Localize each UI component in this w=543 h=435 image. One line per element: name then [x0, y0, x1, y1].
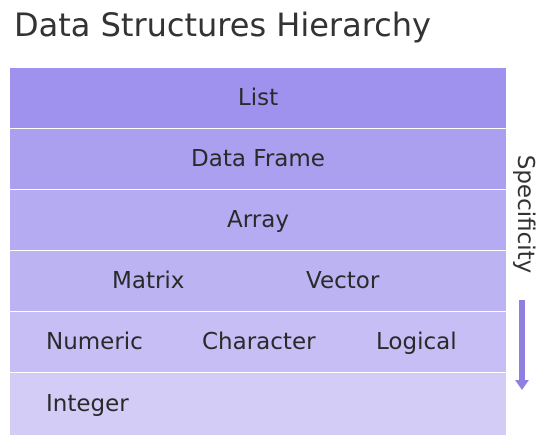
level-list: List — [10, 68, 506, 129]
hierarchy-stack: List Data Frame Array Matrix Vector Nume… — [10, 68, 506, 435]
level-label: Logical — [376, 329, 457, 355]
level-label: Data Frame — [191, 146, 325, 172]
level-label: List — [237, 85, 279, 111]
level-array: Array — [10, 190, 506, 251]
level-data-frame: Data Frame — [10, 129, 506, 190]
level-label: Character — [202, 329, 316, 355]
level-matrix-vector: Matrix Vector — [10, 251, 506, 312]
level-integer: Integer — [10, 373, 506, 435]
specificity-arrow-shaft — [519, 300, 525, 382]
level-label: Integer — [46, 391, 129, 417]
diagram-title: Data Structures Hierarchy — [14, 6, 431, 44]
level-label: Vector — [306, 268, 380, 294]
level-label: Matrix — [112, 268, 185, 294]
level-label: Array — [227, 207, 289, 233]
level-label: Numeric — [46, 329, 143, 355]
level-numeric-character-logical: Numeric Character Logical — [10, 312, 506, 373]
specificity-label: Specificity — [512, 154, 538, 274]
arrow-down-icon — [515, 380, 529, 390]
